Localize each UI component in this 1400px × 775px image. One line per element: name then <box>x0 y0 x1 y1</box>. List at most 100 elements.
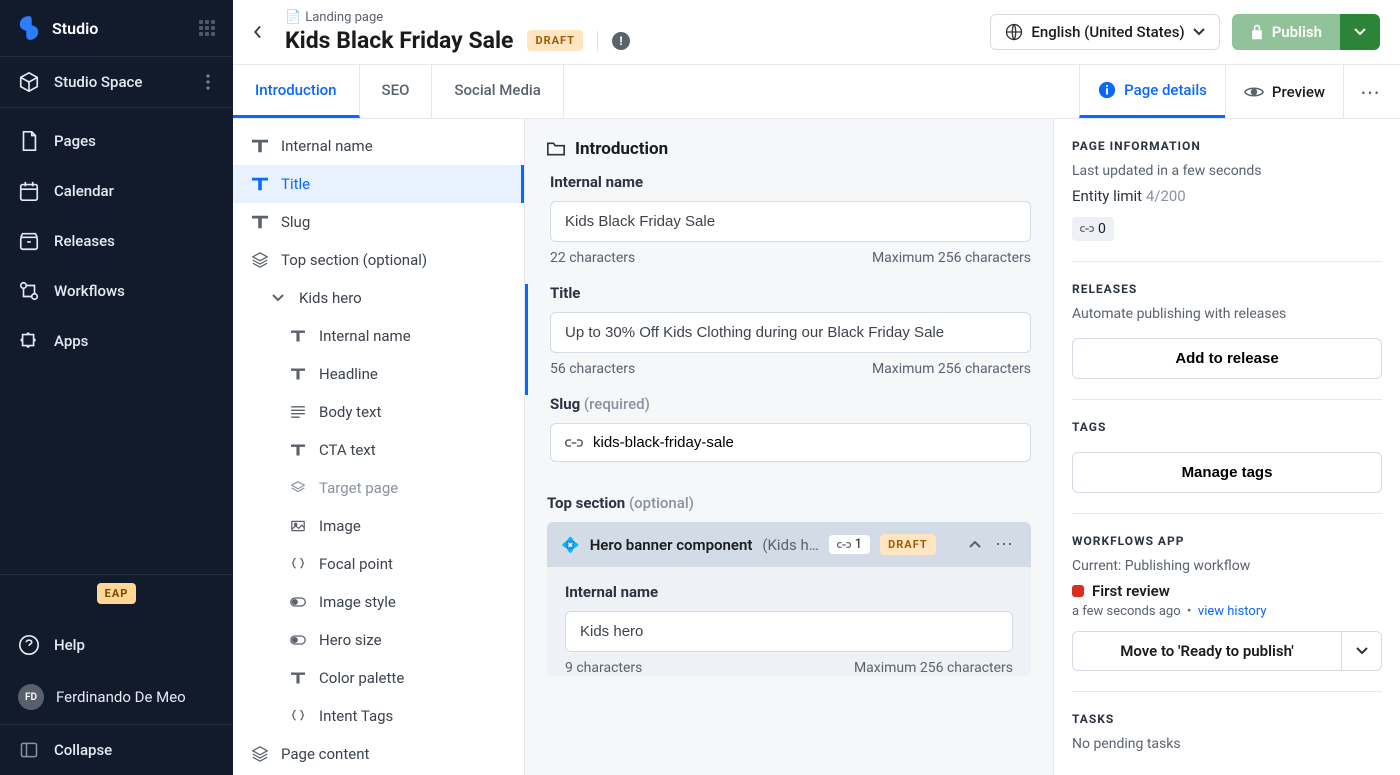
move-workflow-button[interactable]: Move to 'Ready to publish' <box>1072 631 1342 671</box>
char-count: 22 characters <box>550 250 635 266</box>
lock-icon <box>1250 24 1264 40</box>
outline-target-page[interactable]: Target page <box>233 469 524 507</box>
ref-count-chip[interactable]: 1 <box>829 535 870 554</box>
publish-dropdown[interactable] <box>1340 14 1380 50</box>
info-icon <box>1098 81 1116 99</box>
user-name: Ferdinando De Meo <box>56 688 186 706</box>
warning-icon[interactable]: ! <box>612 32 630 50</box>
back-button[interactable] <box>243 17 273 47</box>
apps-grid-icon[interactable] <box>199 20 215 36</box>
nav-pages[interactable]: Pages <box>0 116 233 166</box>
internal-name-input[interactable] <box>550 201 1031 242</box>
toggle-icon <box>289 631 307 649</box>
globe-icon <box>1005 23 1023 41</box>
sub-internal-name-input[interactable] <box>565 611 1013 652</box>
topbar: 📄 Landing page Kids Black Friday Sale DR… <box>233 0 1400 65</box>
move-workflow-dropdown[interactable] <box>1342 631 1382 671</box>
tab-introduction[interactable]: Introduction <box>233 65 360 118</box>
tab-preview[interactable]: Preview <box>1225 65 1343 118</box>
outline-focal-point[interactable]: Focal point <box>233 545 524 583</box>
tab-social-media[interactable]: Social Media <box>432 65 563 118</box>
outline-color-palette[interactable]: Color palette <box>233 659 524 697</box>
image-icon <box>289 517 307 535</box>
text-icon <box>289 365 307 383</box>
outline-hero-size[interactable]: Hero size <box>233 621 524 659</box>
chevron-up-icon[interactable] <box>969 541 981 549</box>
releases-heading: RELEASES <box>1072 282 1382 296</box>
avatar: FD <box>18 684 44 710</box>
braces-icon <box>289 555 307 573</box>
nav-calendar[interactable]: Calendar <box>0 166 233 216</box>
tab-seo[interactable]: SEO <box>360 65 433 118</box>
char-count: 9 characters <box>565 660 642 676</box>
calendar-icon <box>18 180 40 202</box>
page-title: Kids Black Friday Sale <box>285 27 513 54</box>
tabs-bar: Introduction SEO Social Media Page detai… <box>233 65 1400 119</box>
outline-top-section[interactable]: Top section (optional) <box>233 241 524 279</box>
char-max: Maximum 256 characters <box>872 361 1031 377</box>
outline-intent-tags[interactable]: Intent Tags <box>233 697 524 735</box>
user-menu[interactable]: FD Ferdinando De Meo <box>0 670 233 724</box>
outline-cta-text[interactable]: CTA text <box>233 431 524 469</box>
outline-slug[interactable]: Slug <box>233 203 524 241</box>
collapse-sidebar[interactable]: Collapse <box>0 724 233 775</box>
view-history-link[interactable]: view history <box>1198 604 1267 619</box>
breadcrumb: 📄 Landing page <box>285 10 978 25</box>
slug-input[interactable] <box>593 434 1016 451</box>
status-badge: DRAFT <box>527 30 583 51</box>
sub-internal-name-label: Internal name <box>565 583 1013 601</box>
text-icon <box>251 137 269 155</box>
workflows-current: Current: Publishing workflow <box>1072 558 1382 574</box>
chevron-down-icon <box>1193 28 1205 36</box>
nav-apps[interactable]: Apps <box>0 316 233 366</box>
workflow-icon <box>18 280 40 302</box>
text-icon <box>289 441 307 459</box>
puzzle-icon <box>18 330 40 352</box>
locale-selector[interactable]: English (United States) <box>990 14 1219 50</box>
eye-icon <box>1244 85 1264 99</box>
nav-workflows[interactable]: Workflows <box>0 266 233 316</box>
title-label: Title <box>550 284 1031 302</box>
references-chip[interactable]: 0 <box>1072 217 1114 241</box>
workflow-state: First review <box>1072 582 1382 600</box>
more-icon[interactable]: ⋯ <box>991 534 1017 555</box>
status-dot <box>1072 585 1084 597</box>
paragraph-icon <box>289 403 307 421</box>
add-to-release-button[interactable]: Add to release <box>1072 338 1382 379</box>
manage-tags-button[interactable]: Manage tags <box>1072 452 1382 493</box>
braces-icon <box>289 707 307 725</box>
publish-button[interactable]: Publish <box>1232 14 1340 50</box>
nav-releases[interactable]: Releases <box>0 216 233 266</box>
page-info-heading: PAGE INFORMATION <box>1072 139 1382 153</box>
outline-headline[interactable]: Headline <box>233 355 524 393</box>
dots-vertical-icon[interactable] <box>201 74 215 90</box>
toggle-icon <box>289 593 307 611</box>
more-menu[interactable]: ⋯ <box>1343 65 1386 118</box>
outline-internal-name[interactable]: Internal name <box>233 127 524 165</box>
outline-image-style[interactable]: Image style <box>233 583 524 621</box>
outline-image[interactable]: Image <box>233 507 524 545</box>
tags-heading: TAGS <box>1072 420 1382 434</box>
tab-page-details[interactable]: Page details <box>1079 65 1225 118</box>
text-icon <box>251 175 269 193</box>
outline-kids-hero[interactable]: Kids hero <box>233 279 524 317</box>
last-updated: Last updated in a few seconds <box>1072 163 1382 179</box>
workspace-switcher[interactable]: Studio Space <box>0 57 233 107</box>
char-max: Maximum 256 characters <box>872 250 1031 266</box>
app-name: Studio <box>52 19 98 38</box>
nav-help[interactable]: Help <box>0 620 233 670</box>
layers-icon <box>289 479 307 497</box>
document-icon <box>18 130 40 152</box>
char-max: Maximum 256 characters <box>854 660 1013 676</box>
title-input[interactable] <box>550 312 1031 353</box>
outline-page-content[interactable]: Page content <box>233 735 524 773</box>
outline-sub-internal-name[interactable]: Internal name <box>233 317 524 355</box>
details-panel: PAGE INFORMATION Last updated in a few s… <box>1054 119 1400 775</box>
component-header[interactable]: 💠 Hero banner component (Kids h… 1 DRAFT… <box>547 522 1031 567</box>
outline-body-text[interactable]: Body text <box>233 393 524 431</box>
layers-icon <box>251 745 269 763</box>
cube-icon <box>18 71 40 93</box>
tasks-heading: TASKS <box>1072 712 1382 726</box>
text-icon <box>289 327 307 345</box>
outline-title[interactable]: Title <box>233 165 524 203</box>
